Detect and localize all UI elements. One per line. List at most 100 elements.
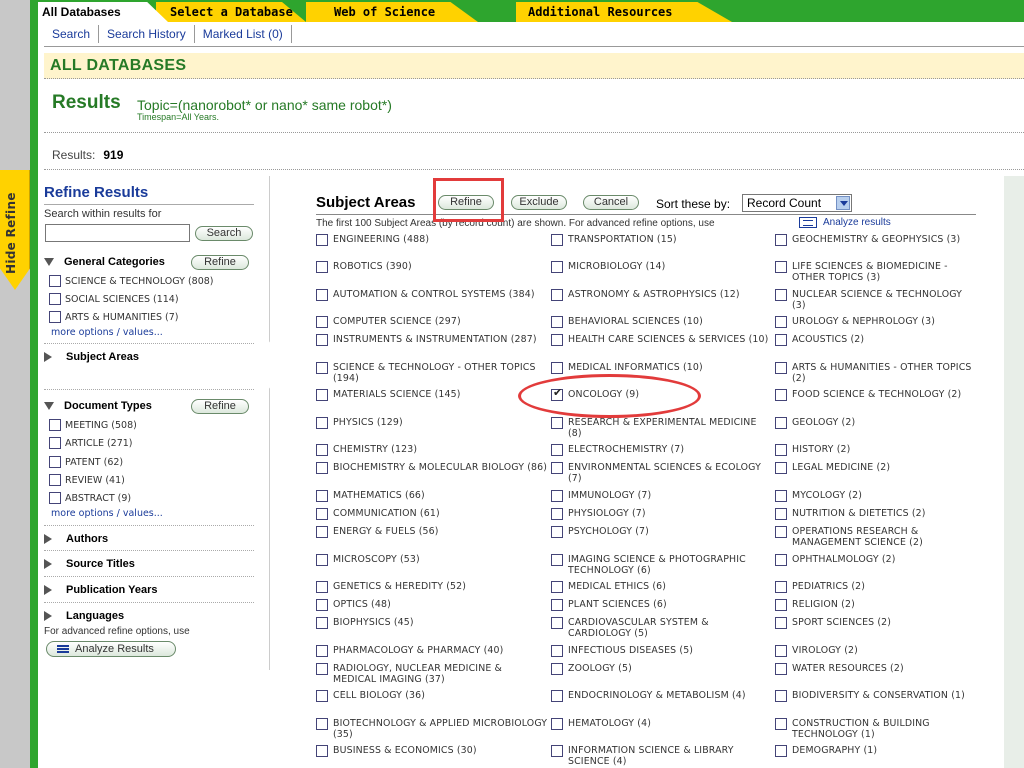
general-categories-toggle[interactable]: General Categories — [44, 256, 165, 268]
subject-area-label: AUTOMATION & CONTROL SYSTEMS (384) — [333, 289, 535, 300]
checkbox-icon — [551, 508, 563, 520]
divider — [316, 214, 976, 215]
subject-area-label: ENERGY & FUELS (56) — [333, 526, 439, 537]
search-history-link[interactable]: Search History — [99, 25, 195, 43]
checkbox-icon — [49, 437, 61, 449]
subject-areas-note: The first 100 Subject Areas (by record c… — [316, 218, 715, 229]
checkbox-icon — [775, 599, 787, 611]
doctype-checkbox[interactable]: ARTICLE (271) — [49, 437, 133, 449]
analyze-results-link[interactable]: Analyze results — [799, 217, 891, 228]
checkbox-icon — [775, 389, 787, 401]
collapse-arrow-icon — [44, 258, 54, 266]
source-titles-title: Source Titles — [66, 558, 135, 570]
checkbox-icon — [775, 261, 787, 273]
analyze-results-link-label: Analyze results — [823, 217, 891, 228]
checkbox-icon — [775, 508, 787, 520]
divider — [44, 525, 254, 526]
analyze-label: For advanced refine options, use — [44, 626, 190, 637]
subject-areas-cancel-button[interactable]: Cancel — [583, 195, 639, 210]
sort-select[interactable]: Record Count — [742, 194, 852, 212]
subject-area-label: MYCOLOGY (2) — [792, 490, 863, 501]
search-within-button[interactable]: Search — [195, 226, 253, 241]
subject-area-label: ARTS & HUMANITIES - OTHER TOPICS (2) — [792, 362, 972, 384]
subject-area-label: BIOPHYSICS (45) — [333, 617, 414, 628]
publication-years-toggle[interactable]: Publication Years — [44, 584, 158, 596]
doctype-checkbox[interactable]: PATENT (62) — [49, 456, 123, 468]
checkbox-icon — [775, 718, 787, 730]
source-titles-toggle[interactable]: Source Titles — [44, 558, 135, 570]
checkbox-icon — [551, 490, 563, 502]
search-within-input[interactable] — [45, 224, 190, 242]
general-categories-more-link[interactable]: more options / values... — [51, 327, 163, 338]
divider — [44, 550, 254, 551]
subject-area-label: MATERIALS SCIENCE (145) — [333, 389, 461, 400]
document-types-toggle[interactable]: Document Types — [44, 400, 152, 412]
subject-area-label: CELL BIOLOGY (36) — [333, 690, 426, 701]
divider — [44, 204, 254, 205]
category-checkbox[interactable]: SCIENCE & TECHNOLOGY (808) — [49, 275, 214, 287]
expand-arrow-icon — [44, 534, 52, 544]
subject-area-label: SCIENCE & TECHNOLOGY - OTHER TOPICS (194… — [333, 362, 536, 384]
checkbox-icon — [775, 316, 787, 328]
subject-area-label: GEOCHEMISTRY & GEOPHYSICS (3) — [792, 234, 961, 245]
subject-area-label: RADIOLOGY, NUCLEAR MEDICINE & MEDICAL IM… — [333, 663, 503, 685]
marked-list-link[interactable]: Marked List (0) — [195, 25, 292, 43]
languages-toggle[interactable]: Languages — [44, 610, 124, 622]
subject-area-label: INSTRUMENTS & INSTRUMENTATION (287) — [333, 334, 537, 345]
subject-area-label: MATHEMATICS (66) — [333, 490, 425, 501]
category-label: ARTS & HUMANITIES (7) — [65, 311, 179, 323]
checkbox-icon — [775, 417, 787, 429]
subject-area-label: PEDIATRICS (2) — [792, 581, 866, 592]
checkbox-icon — [775, 554, 787, 566]
checkbox-icon — [316, 261, 328, 273]
page-title: ALL DATABASES — [44, 53, 1024, 79]
annotation-highlight-box — [433, 178, 504, 222]
doctype-checkbox[interactable]: REVIEW (41) — [49, 474, 125, 486]
checkbox-icon — [775, 663, 787, 675]
checkbox-icon — [551, 462, 563, 474]
subject-area-label: VIROLOGY (2) — [792, 645, 858, 656]
subject-area-label: ZOOLOGY (5) — [568, 663, 632, 674]
checkbox-icon — [316, 334, 328, 346]
subject-areas-exclude-button[interactable]: Exclude — [511, 195, 567, 210]
subject-area-label: COMPUTER SCIENCE (297) — [333, 316, 461, 327]
subject-areas-toggle[interactable]: Subject Areas — [44, 351, 139, 363]
checkbox-icon — [316, 526, 328, 538]
document-types-refine-button[interactable]: Refine — [191, 399, 249, 414]
document-types-more-link[interactable]: more options / values... — [51, 508, 163, 519]
subject-area-label: GENETICS & HEREDITY (52) — [333, 581, 467, 592]
tab-additional-resources[interactable]: Additional Resources — [516, 2, 732, 22]
search-link[interactable]: Search — [44, 25, 100, 43]
checkbox-icon — [316, 663, 328, 675]
category-checkbox[interactable]: ARTS & HUMANITIES (7) — [49, 311, 179, 323]
checkbox-icon — [775, 617, 787, 629]
checkbox-icon — [316, 581, 328, 593]
checkbox-icon — [316, 599, 328, 611]
analyze-results-button[interactable]: Analyze Results — [46, 641, 176, 657]
general-categories-refine-button[interactable]: Refine — [191, 255, 249, 270]
general-categories-title: General Categories — [64, 256, 165, 268]
checkbox-icon — [775, 645, 787, 657]
hide-refine-tab[interactable]: Hide Refine — [0, 170, 30, 290]
tab-select-database[interactable]: Select a Database — [156, 2, 306, 22]
subject-areas-section-title: Subject Areas — [66, 351, 139, 363]
tab-web-of-science[interactable]: Web of Science — [306, 2, 478, 22]
checkbox-icon — [316, 289, 328, 301]
checkbox-icon — [316, 617, 328, 629]
checkbox-icon — [316, 362, 328, 374]
sort-select-value: Record Count — [747, 196, 822, 210]
checkbox-icon — [551, 745, 563, 757]
analyze-results-label: Analyze Results — [75, 643, 154, 655]
subject-area-label: OPERATIONS RESEARCH & MANAGEMENT SCIENCE… — [792, 526, 923, 548]
checkbox-icon — [316, 554, 328, 566]
tab-all-databases[interactable]: All Databases — [38, 2, 168, 22]
doctype-checkbox[interactable]: ABSTRACT (9) — [49, 492, 131, 504]
authors-toggle[interactable]: Authors — [44, 533, 108, 545]
checkbox-icon — [775, 289, 787, 301]
results-query: Topic=(nanorobot* or nano* same robot*) — [137, 97, 392, 113]
category-checkbox[interactable]: SOCIAL SCIENCES (114) — [49, 293, 179, 305]
subject-area-label: BIOCHEMISTRY & MOLECULAR BIOLOGY (86) — [333, 462, 548, 473]
doctype-checkbox[interactable]: MEETING (508) — [49, 419, 137, 431]
checkbox-icon — [551, 234, 563, 246]
subject-area-label: OPTICS (48) — [333, 599, 391, 610]
